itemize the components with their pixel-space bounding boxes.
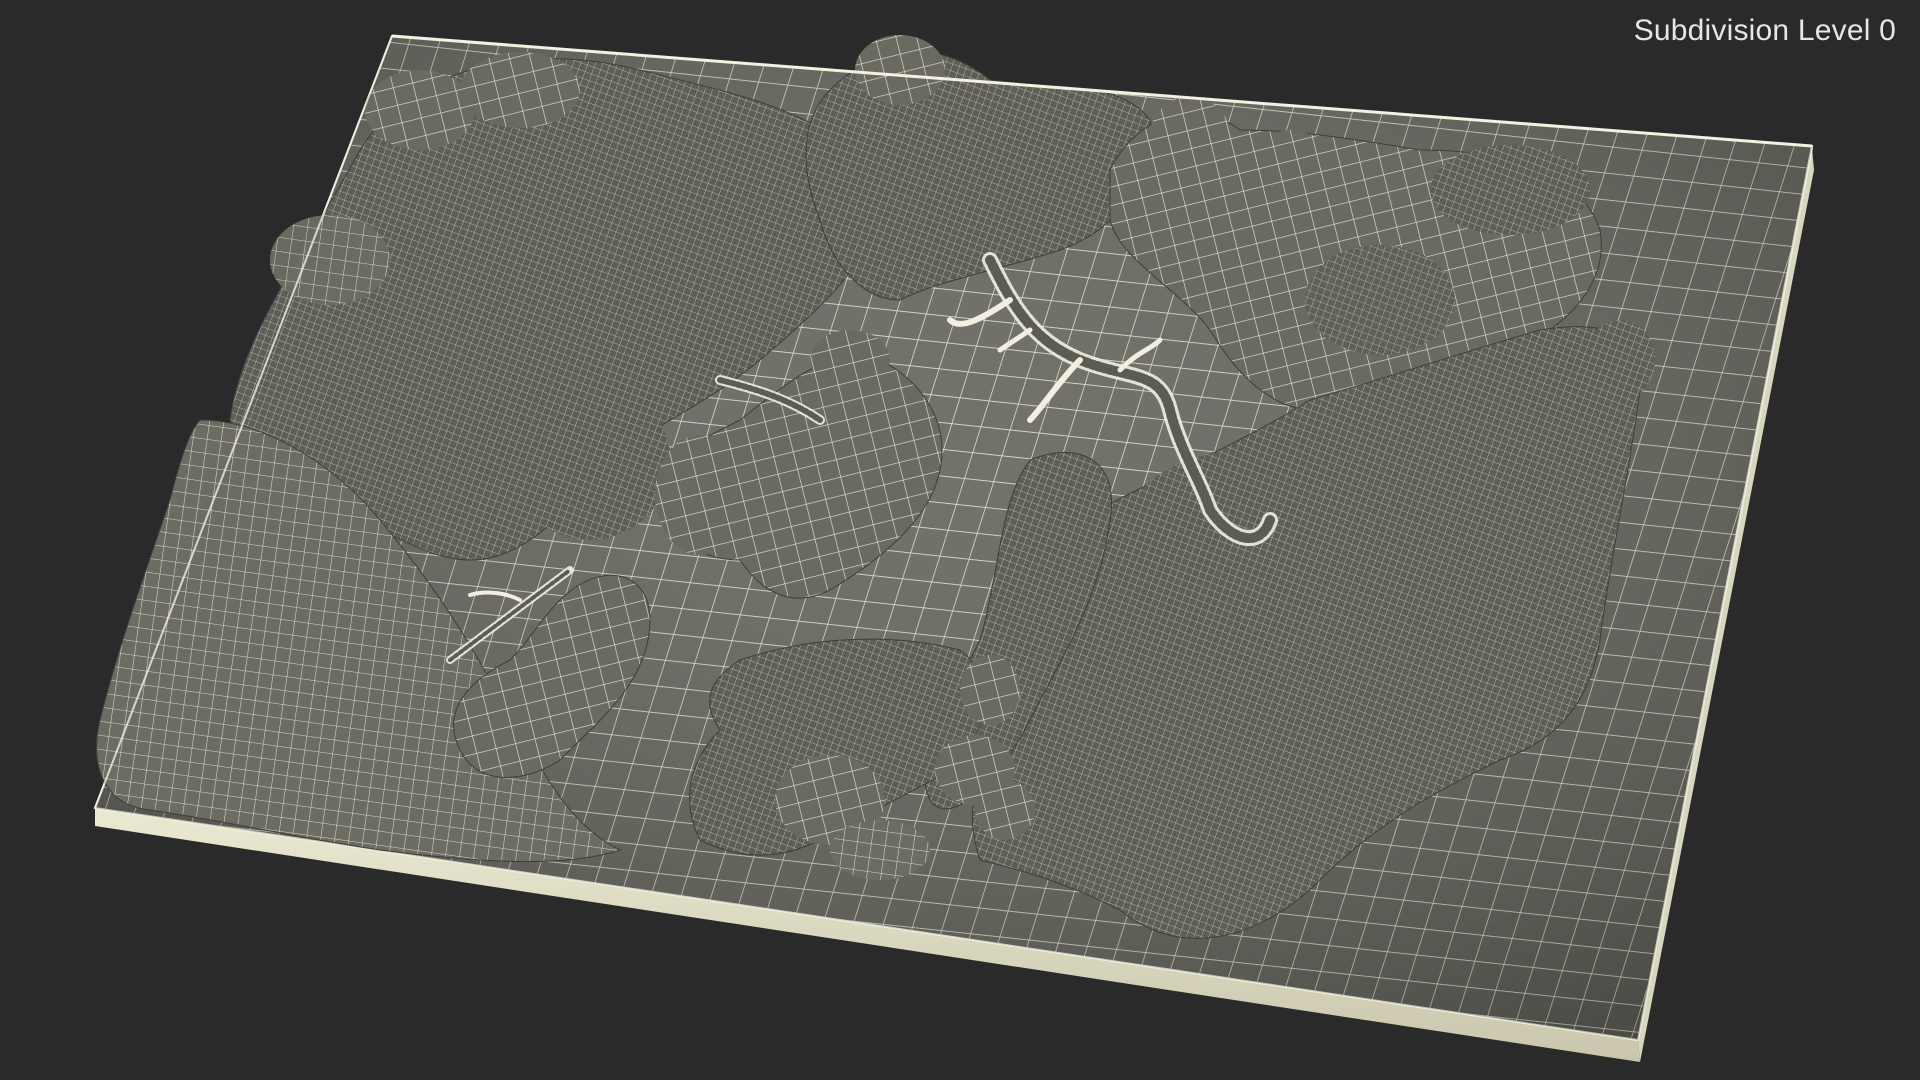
wireframe-model-render: [93, 34, 1814, 1062]
subdivision-level-label: Subdivision Level 0: [1633, 14, 1896, 47]
3d-viewport[interactable]: Subdivision Level 0: [0, 0, 1920, 1080]
